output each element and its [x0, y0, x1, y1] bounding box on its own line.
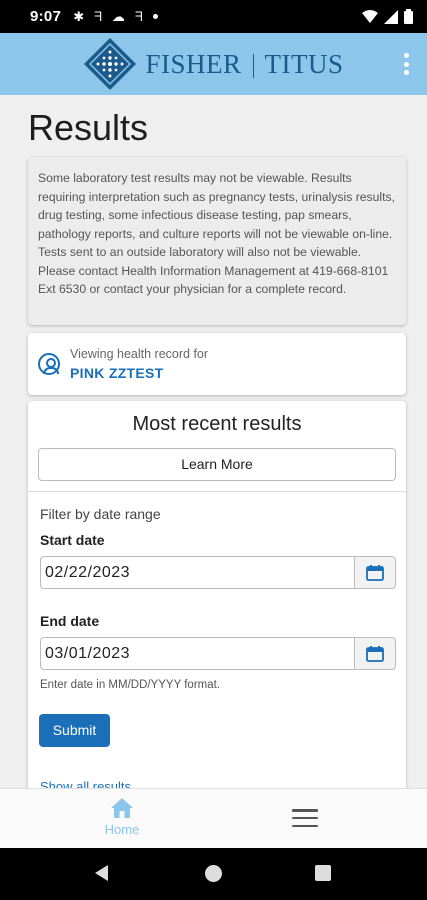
cloud-icon: ☁ — [111, 8, 125, 24]
logo-diamond-icon — [84, 38, 137, 90]
divider — [28, 491, 406, 492]
notice-card: Some laboratory test results may not be … — [28, 157, 406, 325]
logo-text-fisher: FISHER — [145, 48, 242, 79]
system-nav-bar — [0, 848, 427, 900]
start-date-input[interactable]: 02/22/2023 — [40, 556, 354, 589]
wifi-icon — [362, 9, 378, 23]
end-date-group: 03/01/2023 — [40, 637, 396, 670]
calendar-icon — [366, 564, 384, 581]
nav-home[interactable]: Home — [92, 797, 152, 837]
app-header: FISHER TITUS — [0, 33, 427, 95]
person-icon — [38, 353, 60, 375]
more-notifications-icon — [152, 14, 158, 19]
health-record-card: Viewing health record for PINK ZZTEST — [28, 333, 406, 395]
signal-icon — [384, 9, 398, 24]
show-all-results-link[interactable]: Show all results — [40, 779, 131, 788]
more-options-icon[interactable] — [403, 53, 409, 75]
notification-icon: ᖷ — [94, 8, 102, 24]
fisher-titus-logo: FISHER TITUS — [83, 37, 343, 91]
page-title: Results — [28, 107, 149, 148]
home-button-icon[interactable] — [205, 865, 222, 882]
status-bar: 9:07 ✱ ᖷ ☁ ᖷ — [0, 0, 427, 33]
hamburger-menu-icon[interactable] — [292, 809, 318, 827]
patient-name: PINK ZZTEST — [70, 365, 164, 381]
submit-button[interactable]: Submit — [39, 714, 110, 747]
results-card: Most recent results Learn More Filter by… — [28, 401, 406, 788]
record-label: Viewing health record for — [70, 347, 209, 361]
date-format-hint: Enter date in MM/DD/YYYY format. — [40, 679, 221, 691]
bottom-nav: Home — [0, 788, 427, 848]
gear-icon: ✱ — [73, 8, 85, 24]
system-icons — [362, 9, 413, 24]
notification-icons: ✱ ᖷ ☁ ᖷ — [73, 8, 158, 25]
main-content[interactable]: Results Some laboratory test results may… — [0, 95, 427, 788]
start-date-group: 02/22/2023 — [40, 556, 396, 589]
logo-text-titus: TITUS — [264, 48, 344, 79]
learn-more-button[interactable]: Learn More — [38, 448, 396, 481]
calendar-icon — [366, 645, 384, 662]
start-date-calendar-button[interactable] — [354, 556, 396, 589]
end-date-calendar-button[interactable] — [354, 637, 396, 670]
filter-label: Filter by date range — [40, 506, 161, 522]
recents-icon[interactable] — [315, 865, 331, 881]
end-date-label: End date — [40, 613, 100, 629]
start-date-label: Start date — [40, 532, 105, 548]
results-heading: Most recent results — [132, 413, 302, 435]
nav-home-label: Home — [104, 822, 140, 837]
notification-icon: ᖷ — [134, 8, 143, 24]
back-icon[interactable] — [95, 865, 108, 881]
end-date-input[interactable]: 03/01/2023 — [40, 637, 354, 670]
home-icon — [111, 798, 133, 818]
status-time: 9:07 — [30, 8, 62, 25]
battery-icon — [404, 9, 413, 24]
logo-divider — [252, 54, 254, 79]
